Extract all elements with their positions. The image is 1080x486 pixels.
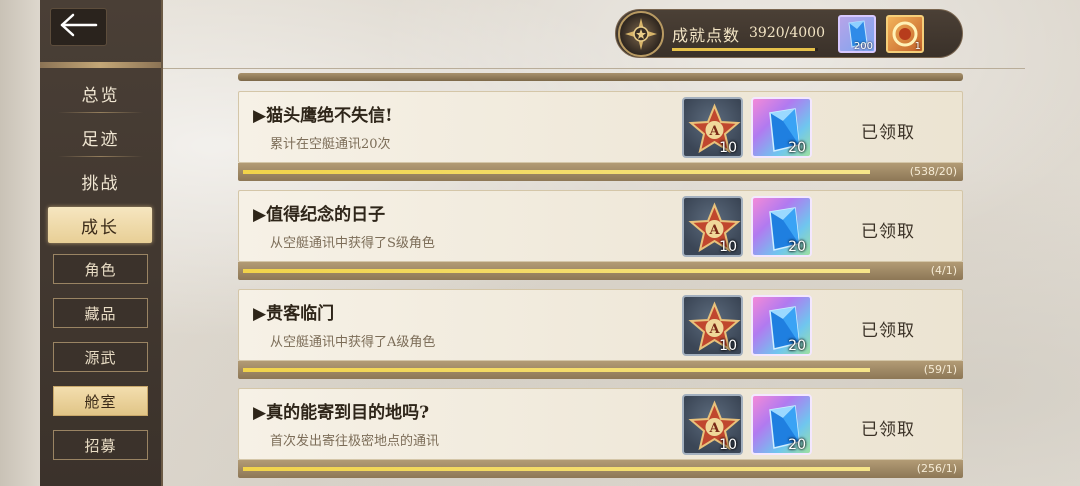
achievement-title: ▶真的能寄到目的地吗? xyxy=(253,403,430,423)
sidebar-subitem-collection[interactable]: 藏品 xyxy=(53,298,148,328)
sidebar-divider xyxy=(40,62,161,68)
blue-crystal-reward[interactable]: 200 xyxy=(838,15,876,53)
sidebar-item-label: 成长 xyxy=(81,217,119,238)
sidebar-item-label: 总览 xyxy=(81,85,120,106)
svg-text:A: A xyxy=(708,421,720,436)
achievement-card-body: ▶值得纪念的日子 从空艇通讯中获得了S级角色 A 10 20 已领取 xyxy=(238,190,963,262)
achievement-card: ▶真的能寄到目的地吗? 首次发出寄往极密地点的通讯 A 10 20 已领取 (2… xyxy=(238,388,963,478)
progress-count: (4/1) xyxy=(930,264,957,277)
svg-text:A: A xyxy=(708,322,720,337)
progress-track xyxy=(243,170,870,174)
achievement-progress-bar xyxy=(672,48,818,51)
achievement-title: ▶猫头鹰绝不失信! xyxy=(253,106,393,126)
achievement-title: ▶值得纪念的日子 xyxy=(253,205,386,225)
claimed-status: 已领取 xyxy=(861,222,915,242)
claimed-status: 已领取 xyxy=(861,123,915,143)
sidebar-item-growth[interactable]: 成长 xyxy=(48,207,152,243)
achievement-progress: (59/1) xyxy=(238,361,963,379)
reward-quantity: 20 xyxy=(788,338,806,354)
progress-track xyxy=(243,467,870,471)
claimed-status: 已领取 xyxy=(861,420,915,440)
divider xyxy=(58,156,143,157)
header-divider xyxy=(163,68,1025,69)
reward-quantity: 10 xyxy=(719,338,737,354)
divider xyxy=(58,112,143,113)
achievement-description: 首次发出寄往极密地点的通讯 xyxy=(270,434,440,449)
sidebar-item-challenge[interactable]: 挑战 xyxy=(40,161,161,201)
star-badge-reward[interactable]: A 10 xyxy=(682,97,743,158)
crystal-gem-reward[interactable]: 20 xyxy=(751,295,812,356)
sidebar-item-label: 挑战 xyxy=(81,173,120,194)
progress-fill xyxy=(243,467,870,471)
achievement-progress: (4/1) xyxy=(238,262,963,280)
progress-fill xyxy=(243,269,870,273)
crystal-gem-reward[interactable]: 20 xyxy=(751,394,812,455)
progress-count: (256/1) xyxy=(916,462,957,475)
achievement-progress-fill xyxy=(672,48,816,51)
achievement-card-body: ▶真的能寄到目的地吗? 首次发出寄往极密地点的通讯 A 10 20 已领取 xyxy=(238,388,963,460)
achievement-card-body: ▶贵客临门 从空艇通讯中获得了A级角色 A 10 20 已领取 xyxy=(238,289,963,361)
crystal-gem-reward[interactable]: 20 xyxy=(751,97,812,158)
sidebar-subitem-label: 舱室 xyxy=(84,392,117,411)
achievement-progress: (538/20) xyxy=(238,163,963,181)
gold-medal-reward[interactable]: 1 xyxy=(886,15,924,53)
crystal-gem-reward[interactable]: 20 xyxy=(751,196,812,257)
list-top-edge xyxy=(238,73,963,81)
reward-quantity: 20 xyxy=(788,239,806,255)
claimed-status: 已领取 xyxy=(861,321,915,341)
sidebar-subitem-label: 招募 xyxy=(84,436,117,455)
progress-track xyxy=(243,269,870,273)
back-arrow-icon xyxy=(59,13,99,41)
sidebar-subitem-weapon[interactable]: 源武 xyxy=(53,342,148,372)
progress-count: (538/20) xyxy=(909,165,957,178)
achievement-card: ▶猫头鹰绝不失信! 累计在空艇通讯20次 A 10 20 已领取 (538/20… xyxy=(238,91,963,181)
star-badge-reward[interactable]: A 10 xyxy=(682,394,743,455)
achievement-card-body: ▶猫头鹰绝不失信! 累计在空艇通讯20次 A 10 20 已领取 xyxy=(238,91,963,163)
achievement-points-value: 3920/4000 xyxy=(749,25,825,41)
reward-quantity: 10 xyxy=(719,437,737,453)
sidebar: 总览 足迹 挑战 成长 角色 藏品 源武 舱室 招募 xyxy=(40,0,163,486)
progress-fill xyxy=(243,368,870,372)
achievement-card: ▶贵客临门 从空艇通讯中获得了A级角色 A 10 20 已领取 (59/1) xyxy=(238,289,963,379)
left-edge-panel xyxy=(0,0,40,486)
progress-fill xyxy=(243,170,870,174)
reward-quantity: 10 xyxy=(719,140,737,156)
sidebar-subitem-recruit[interactable]: 招募 xyxy=(53,430,148,460)
progress-count: (59/1) xyxy=(923,363,957,376)
star-badge-reward[interactable]: A 10 xyxy=(682,295,743,356)
sidebar-subitem-character[interactable]: 角色 xyxy=(53,254,148,284)
achievement-description: 从空艇通讯中获得了S级角色 xyxy=(270,236,435,251)
reward-count: 1 xyxy=(914,41,921,52)
sidebar-item-label: 足迹 xyxy=(81,129,120,150)
reward-quantity: 20 xyxy=(788,140,806,156)
sidebar-subitem-label: 源武 xyxy=(84,348,117,367)
sidebar-subitem-label: 藏品 xyxy=(84,304,117,323)
back-button[interactable] xyxy=(50,8,107,46)
progress-track xyxy=(243,368,870,372)
achievement-points-label: 成就点数 xyxy=(672,26,741,45)
reward-quantity: 10 xyxy=(719,239,737,255)
achievement-title: ▶贵客临门 xyxy=(253,304,335,324)
sidebar-item-overview[interactable]: 总览 xyxy=(40,73,161,113)
svg-text:A: A xyxy=(708,124,720,139)
sidebar-subitem-label: 角色 xyxy=(84,260,117,279)
reward-quantity: 20 xyxy=(788,437,806,453)
achievement-points-bar: 成就点数 3920/4000 200 1 xyxy=(615,9,963,58)
sidebar-item-footprints[interactable]: 足迹 xyxy=(40,117,161,157)
sidebar-subitem-cabin[interactable]: 舱室 xyxy=(53,386,148,416)
star-badge-reward[interactable]: A 10 xyxy=(682,196,743,257)
achievement-description: 累计在空艇通讯20次 xyxy=(270,137,391,152)
reward-count: 200 xyxy=(853,41,873,52)
achievement-description: 从空艇通讯中获得了A级角色 xyxy=(270,335,436,350)
achievement-emblem-icon xyxy=(618,11,664,57)
achievement-card: ▶值得纪念的日子 从空艇通讯中获得了S级角色 A 10 20 已领取 (4/1) xyxy=(238,190,963,280)
svg-text:A: A xyxy=(708,223,720,238)
achievement-progress: (256/1) xyxy=(238,460,963,478)
